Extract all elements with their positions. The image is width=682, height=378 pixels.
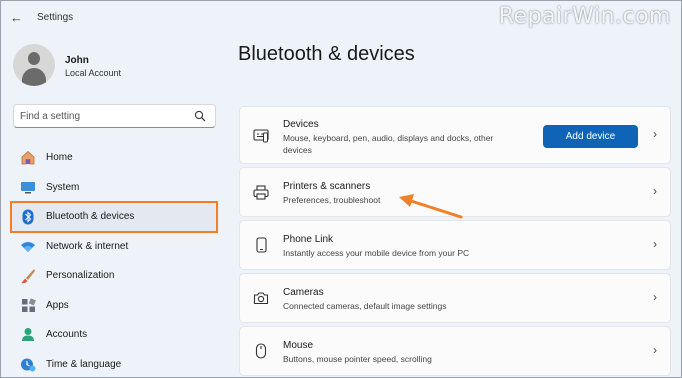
wifi-icon (19, 238, 37, 254)
search-icon[interactable] (194, 110, 206, 122)
camera-icon (252, 289, 270, 307)
sidebar-item-label: Home (46, 152, 73, 164)
sidebar-nav: Home System Bluetooth & devices Network … (10, 143, 218, 378)
sidebar-item-system[interactable]: System (11, 173, 217, 203)
sidebar-item-label: Time & language (46, 358, 122, 370)
settings-cards: Devices Mouse, keyboard, pen, audio, dis… (239, 106, 671, 377)
sidebar-item-label: Accounts (46, 329, 88, 341)
card-mouse[interactable]: Mouse Buttons, mouse pointer speed, scro… (239, 326, 671, 376)
watermark: RepairWin.com (498, 4, 671, 29)
card-subtitle: Mouse, keyboard, pen, audio, displays an… (283, 133, 494, 155)
sidebar-item-network[interactable]: Network & internet (11, 232, 217, 262)
sidebar-item-label: System (46, 181, 80, 193)
card-subtitle: Preferences, troubleshoot (283, 195, 381, 205)
settings-window: ← Settings RepairWin.com John Local Acco… (0, 0, 682, 378)
sidebar-item-apps[interactable]: Apps (11, 291, 217, 321)
card-devices[interactable]: Devices Mouse, keyboard, pen, audio, dis… (239, 106, 671, 164)
page-title: Bluetooth & devices (238, 43, 415, 65)
sidebar-item-accounts[interactable]: Accounts (11, 320, 217, 350)
mouse-icon (252, 342, 270, 360)
home-icon (19, 150, 37, 166)
sidebar-item-label: Bluetooth & devices (46, 211, 135, 223)
back-arrow-icon[interactable]: ← (10, 11, 24, 25)
card-title: Mouse (283, 340, 314, 351)
apps-icon (19, 297, 37, 313)
chevron-right-icon: › (653, 343, 657, 357)
title-bar: ← Settings RepairWin.com (1, 1, 681, 35)
search-input[interactable] (20, 109, 190, 124)
sidebar-item-label: Apps (46, 299, 69, 311)
card-title: Devices (283, 119, 319, 130)
system-icon (19, 179, 37, 195)
card-title: Printers & scanners (283, 181, 371, 192)
chevron-right-icon: › (653, 290, 657, 304)
card-cameras[interactable]: Cameras Connected cameras, default image… (239, 273, 671, 323)
phone-icon (252, 236, 270, 254)
avatar[interactable] (13, 44, 55, 86)
chevron-right-icon: › (653, 184, 657, 198)
sidebar-item-label: Personalization (46, 270, 115, 282)
sidebar-item-personalization[interactable]: Personalization (11, 261, 217, 291)
annotation-arrow-icon (399, 194, 463, 219)
card-phone-link[interactable]: Phone Link Instantly access your mobile … (239, 220, 671, 270)
card-title: Phone Link (283, 234, 334, 245)
accounts-icon (19, 327, 37, 343)
printer-icon (252, 183, 270, 201)
add-device-button[interactable]: Add device (543, 125, 638, 148)
time-language-icon (19, 356, 37, 372)
sidebar-item-bluetooth-devices[interactable]: Bluetooth & devices (10, 201, 218, 233)
card-subtitle: Connected cameras, default image setting… (283, 301, 447, 311)
brush-icon (19, 268, 37, 284)
sidebar-item-home[interactable]: Home (11, 143, 217, 173)
search-box[interactable] (13, 104, 216, 128)
app-title: Settings (37, 12, 74, 23)
card-title: Cameras (283, 287, 324, 298)
card-subtitle: Instantly access your mobile device from… (283, 248, 470, 258)
account-type: Local Account (65, 68, 122, 78)
bluetooth-icon (19, 209, 37, 225)
devices-icon (252, 127, 270, 145)
sidebar-item-label: Network & internet (46, 240, 129, 252)
sidebar-item-time-language[interactable]: Time & language (11, 350, 217, 378)
chevron-right-icon: › (653, 237, 657, 251)
chevron-right-icon: › (653, 127, 657, 141)
card-subtitle: Buttons, mouse pointer speed, scrolling (283, 354, 432, 364)
user-name: John (65, 55, 89, 66)
